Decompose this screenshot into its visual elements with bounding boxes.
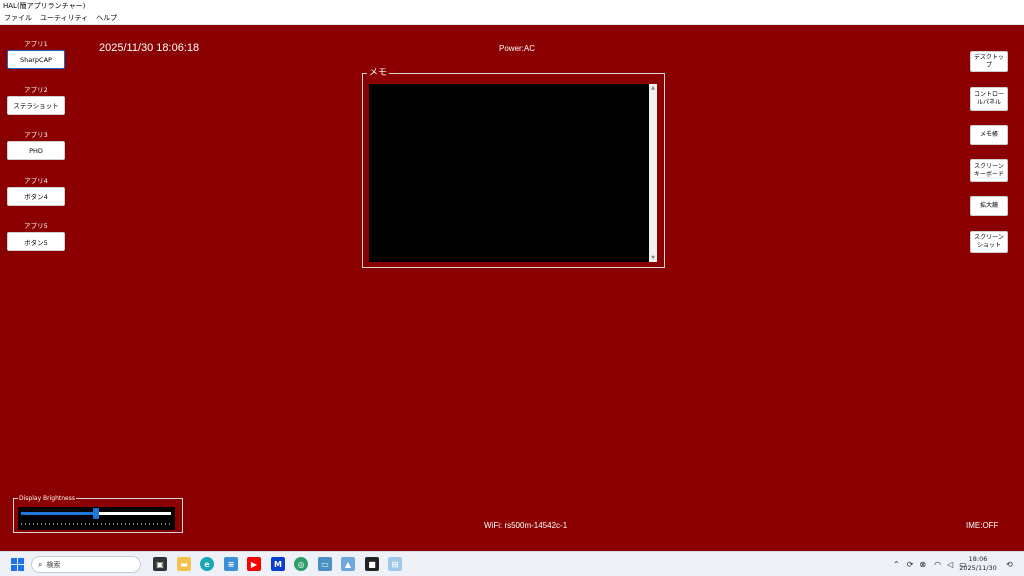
slider-ticks <box>21 523 171 525</box>
screen-keyboard-button[interactable]: スクリーンキーボード <box>970 159 1008 182</box>
app-button-4[interactable]: ボタン4 <box>7 186 65 206</box>
memo-legend: メモ <box>367 67 390 79</box>
scroll-up-icon[interactable]: ▲ <box>649 84 657 92</box>
browser-icon[interactable]: ◎ <box>294 557 308 571</box>
menubar: ファイル ユーティリティ ヘルプ <box>0 12 1024 25</box>
app-group-3: アプリ3 PHD <box>7 130 65 176</box>
chevron-up-icon[interactable]: ⌃ <box>893 560 900 569</box>
taskbar-clock[interactable]: 18:06 2025/11/30 <box>952 555 1004 573</box>
notification-icon[interactable]: ⟲ <box>1006 552 1013 576</box>
app-label-1: アプリ1 <box>24 40 48 48</box>
brightness-legend: Display Brightness <box>18 494 76 503</box>
close-circle-icon[interactable]: ⊗ <box>919 560 926 569</box>
app-button-5[interactable]: ボタン5 <box>7 232 65 251</box>
wifi-status: WiFi: rs500m-14542c-1 <box>484 521 568 530</box>
file-explorer-icon[interactable]: ▬ <box>177 557 191 571</box>
app-label-5: アプリ5 <box>24 222 48 230</box>
brightness-group: Display Brightness <box>13 494 183 533</box>
app-group-1: アプリ1 SharpCAP <box>7 39 65 85</box>
brightness-slider[interactable] <box>18 507 175 530</box>
search-icon: ⌕ <box>38 559 43 569</box>
memo-group: メモ ▲ ▼ <box>362 67 665 268</box>
app-button-2[interactable]: ステラショット <box>7 95 65 115</box>
app-button-1[interactable]: SharpCAP <box>7 50 65 69</box>
main-panel: アプリ1 SharpCAP アプリ2 ステラショット アプリ3 PHD アプリ4… <box>0 25 1024 551</box>
notepad-icon[interactable]: ≡ <box>224 557 238 571</box>
app-group-5: アプリ5 ボタン5 <box>7 221 65 267</box>
sticky-notes-icon[interactable]: ■ <box>365 557 379 571</box>
task-view-icon[interactable]: ▣ <box>153 557 167 571</box>
hal-launcher-icon[interactable]: ⊞ <box>388 557 402 571</box>
app-label-3: アプリ3 <box>24 131 48 139</box>
window-title: HAL(簡アプリランチャー) <box>3 2 86 10</box>
youtube-icon[interactable]: ▶ <box>247 557 261 571</box>
screenshot-button[interactable]: スクリーンショット <box>970 231 1008 253</box>
scroll-down-icon[interactable]: ▼ <box>649 254 657 262</box>
app-launcher-column: アプリ1 SharpCAP アプリ2 ステラショット アプリ3 PHD アプリ4… <box>7 39 65 267</box>
notepad-button[interactable]: メモ帳 <box>970 125 1008 145</box>
menu-utility[interactable]: ユーティリティ <box>40 13 88 23</box>
remote-desktop-icon[interactable]: ▭ <box>318 557 332 571</box>
wifi-icon[interactable]: ◠ <box>934 560 941 569</box>
app-label-4: アプリ4 <box>24 176 48 185</box>
menu-file[interactable]: ファイル <box>4 13 32 23</box>
magnifier-button[interactable]: 拡大鏡 <box>970 196 1008 216</box>
malwarebytes-icon[interactable]: M <box>271 557 285 571</box>
taskbar-search[interactable]: ⌕ 検索 <box>31 556 141 573</box>
edge-icon[interactable]: e <box>200 557 214 571</box>
control-panel-button[interactable]: コントロールパネル <box>970 87 1008 111</box>
datetime-display: 2025/11/30 18:06:18 <box>99 42 200 54</box>
search-placeholder: 検索 <box>46 560 61 569</box>
power-status: Power:AC <box>499 44 536 53</box>
window-titlebar: HAL(簡アプリランチャー) <box>0 0 1024 12</box>
clock-time: 18:06 <box>968 555 988 563</box>
windows-start-icon[interactable] <box>11 558 24 571</box>
app-label-2: アプリ2 <box>24 85 48 94</box>
sync-icon[interactable]: ⟳ <box>907 560 914 569</box>
desktop-button[interactable]: デスクトップ <box>970 51 1008 72</box>
clock-date: 2025/11/30 <box>959 564 997 572</box>
memo-scrollbar[interactable]: ▲ ▼ <box>649 84 657 262</box>
slider-fill <box>21 512 96 515</box>
ime-status: IME:OFF <box>966 521 999 530</box>
taskbar: ⌕ 検索 ▣ ▬ e ≡ ▶ M ◎ ▭ ▲ ■ ⊞ ⌃ ⟳ ⊗ ◠ ◁ ▭ 1… <box>0 551 1024 576</box>
photos-icon[interactable]: ▲ <box>341 557 355 571</box>
app-group-2: アプリ2 ステラショット <box>7 85 65 131</box>
app-button-3[interactable]: PHD <box>7 141 65 160</box>
menu-help[interactable]: ヘルプ <box>96 13 117 23</box>
slider-thumb[interactable] <box>93 508 99 519</box>
memo-textarea[interactable] <box>369 84 656 262</box>
app-group-4: アプリ4 ボタン4 <box>7 176 65 222</box>
